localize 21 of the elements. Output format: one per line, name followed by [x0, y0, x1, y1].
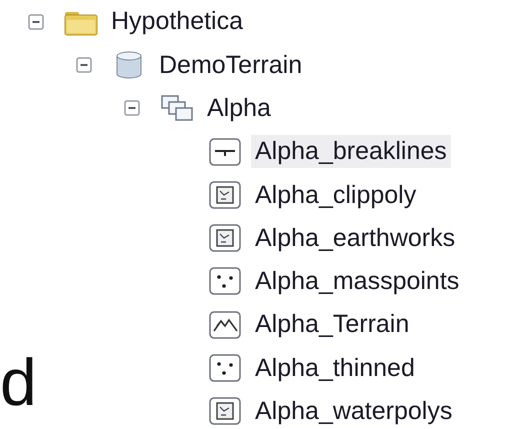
polygon-feature-icon	[207, 222, 243, 254]
tree-item[interactable]: Hypothetica	[107, 5, 248, 38]
collapse-icon[interactable]	[76, 56, 92, 73]
tree-item[interactable]: Alpha_masspoints	[251, 265, 464, 298]
points-feature-icon	[207, 265, 243, 298]
collapse-icon[interactable]	[124, 100, 140, 116]
line-feature-icon	[207, 136, 243, 168]
polygon-feature-icon	[207, 395, 243, 428]
points-feature-icon	[207, 352, 243, 384]
tree-item[interactable]: Alpha_breaklines	[251, 135, 451, 168]
collapse-icon[interactable]	[28, 14, 44, 30]
tree-item[interactable]: Alpha_Terrain	[251, 308, 414, 341]
terrain-icon	[207, 308, 243, 341]
tree-item[interactable]: Alpha_thinned	[251, 352, 419, 384]
polygon-feature-icon	[207, 178, 243, 211]
text-fragment: d	[0, 344, 37, 420]
tree-item[interactable]: Alpha_clippoly	[251, 178, 420, 212]
tree-item[interactable]: Alpha_waterpolys	[251, 395, 456, 428]
tree-item[interactable]: DemoTerrain	[155, 48, 306, 82]
tree-item[interactable]: Alpha_earthworks	[251, 222, 460, 254]
tree-item[interactable]: Alpha	[203, 92, 275, 124]
